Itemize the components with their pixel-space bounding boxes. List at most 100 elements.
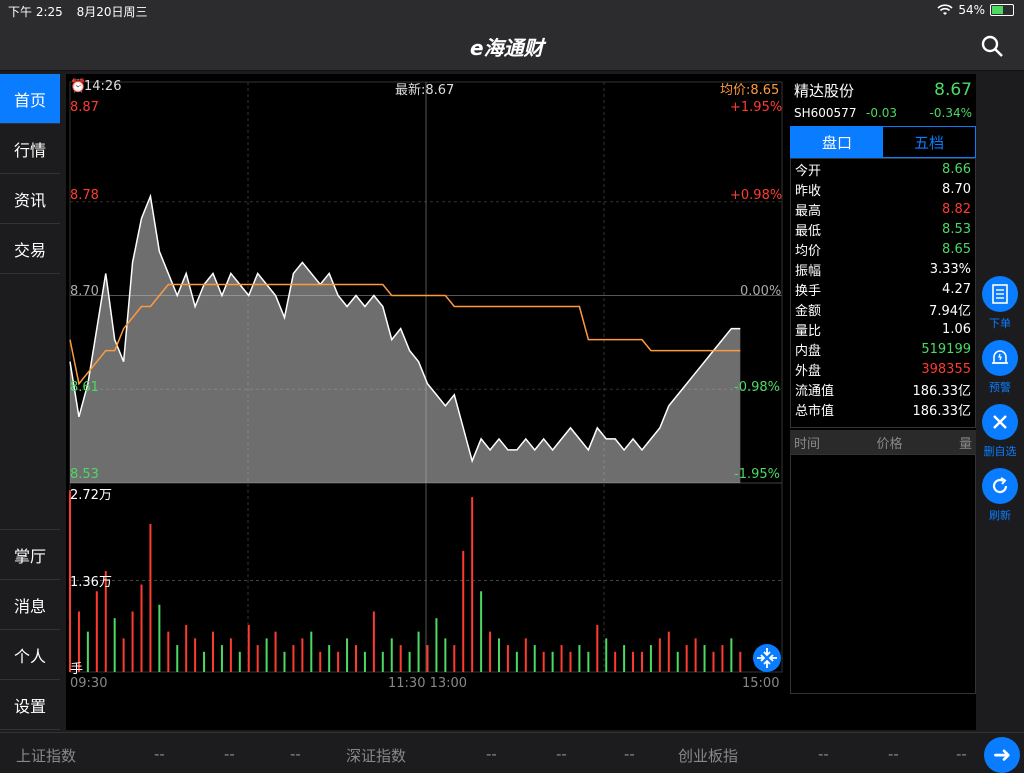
stat-row: 内盘 519199 bbox=[791, 339, 975, 359]
stat-value: 398355 bbox=[921, 361, 971, 377]
stat-row: 最高 8.82 bbox=[791, 199, 975, 219]
volume-bar bbox=[569, 651, 572, 672]
volume-bar bbox=[372, 611, 375, 672]
stats-table: 今开 8.66 昨收 8.70 最高 8.82 最低 8.53 均价 8.65 振幅 3.33% 换手 4… bbox=[790, 158, 976, 428]
sidebar-item-home[interactable]: 首页 bbox=[0, 74, 60, 124]
alert-label: 预警 bbox=[989, 381, 1011, 394]
index-ticker: 上证指数 -- -- -- 深证指数 -- -- -- 创业板指 -- -- -… bbox=[0, 732, 1024, 773]
volume-bar bbox=[542, 651, 545, 672]
remove-watchlist-button[interactable]: 删自选 bbox=[978, 404, 1022, 468]
volume-bar bbox=[694, 638, 697, 672]
volume-bar bbox=[337, 651, 340, 672]
volume-bar bbox=[640, 651, 643, 672]
stat-row: 总市值 186.33亿 bbox=[791, 399, 975, 419]
alert-button[interactable]: 预警 bbox=[978, 340, 1022, 404]
volume-bar bbox=[596, 624, 599, 672]
stat-value: 3.33% bbox=[929, 261, 971, 277]
quote-tabs: 盘口 五档 bbox=[790, 126, 976, 158]
volume-bar bbox=[632, 651, 635, 672]
volume-bar bbox=[185, 624, 188, 672]
volume-bar bbox=[533, 645, 536, 672]
ticker-cy-name[interactable]: 创业板指 bbox=[678, 745, 738, 766]
volume-bar bbox=[247, 624, 250, 672]
volume-bar bbox=[551, 651, 554, 672]
volume-bar bbox=[587, 651, 590, 672]
bell-icon bbox=[982, 340, 1018, 376]
stat-row: 量比 1.06 bbox=[791, 319, 975, 339]
wifi-icon bbox=[937, 4, 953, 15]
stat-row: 金额 7.94亿 bbox=[791, 299, 975, 319]
volume-bar bbox=[614, 651, 617, 672]
volume-bar bbox=[86, 631, 89, 672]
stat-row: 最低 8.53 bbox=[791, 219, 975, 239]
volume-bar bbox=[301, 638, 304, 672]
status-time: 下午 2:25 bbox=[8, 5, 63, 19]
volume-bar bbox=[667, 631, 670, 672]
stat-label: 换手 bbox=[795, 283, 822, 299]
stat-row: 振幅 3.33% bbox=[791, 259, 975, 279]
stat-row: 换手 4.27 bbox=[791, 279, 975, 299]
volume-bar bbox=[685, 645, 688, 672]
volume-bar bbox=[417, 631, 420, 672]
stat-label: 流通值 bbox=[795, 383, 835, 399]
volume-bar bbox=[220, 645, 223, 672]
stat-label: 最高 bbox=[795, 203, 822, 219]
ticker-sh-name[interactable]: 上证指数 bbox=[16, 745, 76, 766]
refresh-button[interactable]: 刷新 bbox=[978, 468, 1022, 532]
volume-bar bbox=[721, 645, 724, 672]
stat-label: 量比 bbox=[795, 323, 822, 339]
volume-bar bbox=[730, 638, 733, 672]
order-button[interactable]: 下单 bbox=[978, 276, 1022, 340]
stat-row: 流通值 186.33亿 bbox=[791, 379, 975, 399]
sidebar-item-news[interactable]: 资讯 bbox=[0, 174, 60, 224]
stat-label: 内盘 bbox=[795, 343, 822, 359]
volume-bar bbox=[408, 651, 411, 672]
stat-label: 最低 bbox=[795, 223, 822, 239]
volume-bar bbox=[149, 523, 152, 672]
volume-bar bbox=[113, 618, 116, 672]
stock-code: SH600577 bbox=[794, 106, 857, 120]
volume-bar bbox=[703, 645, 706, 672]
nav-bar: e海通财 bbox=[0, 22, 1024, 71]
x-tick-close: 15:00 bbox=[742, 676, 780, 691]
volume-bar bbox=[623, 645, 626, 672]
sidebar-item-hall[interactable]: 掌厅 bbox=[0, 530, 60, 580]
volume-bar bbox=[256, 645, 259, 672]
pct-label-lower: -0.98% bbox=[734, 380, 780, 395]
sidebar-item-market[interactable]: 行情 bbox=[0, 124, 60, 174]
volume-bar bbox=[506, 645, 509, 672]
volume-bar bbox=[480, 591, 483, 672]
search-icon[interactable] bbox=[980, 34, 1004, 58]
tab-pankou[interactable]: 盘口 bbox=[791, 127, 883, 157]
intraday-chart[interactable] bbox=[66, 74, 786, 694]
action-bar: 下单 预警 删自选 刷新 bbox=[978, 276, 1022, 532]
volume-bar bbox=[122, 638, 125, 672]
trades-list[interactable] bbox=[790, 454, 976, 694]
tab-wudang[interactable]: 五档 bbox=[883, 127, 975, 157]
quote-panel: 精达股份 8.67 SH600577 -0.03 -0.34% 盘口 五档 今开… bbox=[790, 74, 976, 694]
ticker-sz-pct: -- bbox=[624, 745, 635, 763]
stat-value: 519199 bbox=[921, 341, 971, 357]
volume-bar bbox=[229, 638, 232, 672]
volume-bar bbox=[489, 631, 492, 672]
order-label: 下单 bbox=[989, 317, 1011, 330]
sidebar-item-profile[interactable]: 个人 bbox=[0, 630, 60, 680]
expand-chart-icon[interactable] bbox=[753, 644, 781, 672]
volume-bar bbox=[319, 651, 322, 672]
remove-watchlist-label: 删自选 bbox=[983, 445, 1017, 458]
sidebar-item-trade[interactable]: 交易 bbox=[0, 224, 60, 274]
pct-label-mid: 0.00% bbox=[740, 284, 782, 299]
volume-bar bbox=[426, 645, 429, 672]
refresh-icon bbox=[982, 468, 1018, 504]
trades-header: 时间 价格 量 bbox=[790, 430, 976, 454]
stat-value: 8.82 bbox=[942, 201, 971, 217]
stat-label: 今开 bbox=[795, 163, 822, 179]
volume-bar bbox=[453, 645, 456, 672]
ticker-sh-value: -- bbox=[154, 745, 165, 763]
sidebar-item-messages[interactable]: 消息 bbox=[0, 580, 60, 630]
ticker-sz-name[interactable]: 深证指数 bbox=[346, 745, 406, 766]
ticker-sz-value: -- bbox=[486, 745, 497, 763]
sidebar-item-settings[interactable]: 设置 bbox=[0, 680, 60, 730]
stat-label: 总市值 bbox=[795, 403, 835, 419]
stat-value: 8.70 bbox=[942, 181, 971, 197]
